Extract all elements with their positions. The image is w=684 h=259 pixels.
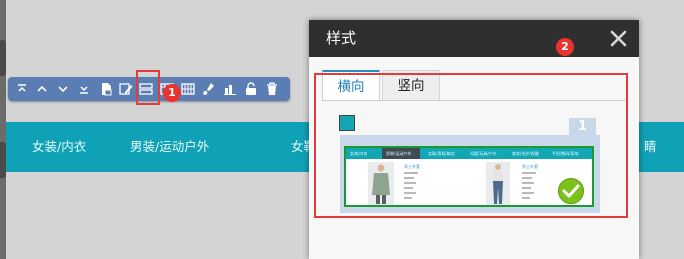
move-top-button[interactable] [13,79,31,99]
bar-chart-icon [224,85,236,95]
columns-button[interactable] [179,79,197,99]
color-button[interactable] [200,79,218,99]
unlock-icon [246,82,256,95]
annotation-badge-2: 2 [556,38,574,56]
move-up-button[interactable] [33,79,51,99]
chevron-down-icon [58,86,68,93]
move-bottom-button[interactable] [75,79,93,99]
delete-button[interactable] [263,79,281,99]
arrow-up-to-line-icon [18,84,26,92]
brush-icon [203,83,214,95]
document-icon [102,83,112,96]
columns-icon [181,83,195,95]
highlight-box-style-options [314,73,628,218]
lock-button[interactable] [242,79,260,99]
highlight-box-style-button [136,70,160,105]
chart-button[interactable] [221,79,239,99]
close-icon[interactable] [609,29,628,48]
nav-item-men[interactable]: 男装/运动户外 [130,122,209,172]
edit-button[interactable] [117,79,135,99]
chevron-up-icon [37,85,47,92]
edge-handle [0,40,6,76]
arrow-down-to-line-icon [80,86,88,94]
trash-icon [267,82,277,95]
dialog-title: 样式 [326,29,357,47]
nav-item-women[interactable]: 女装/内衣 [32,122,86,172]
move-down-button[interactable] [54,79,72,99]
annotation-badge-1: 1 [163,84,181,102]
template-button[interactable] [97,79,115,99]
pencil-icon [119,83,133,95]
nav-item-partial[interactable]: 睛 [644,122,657,172]
dialog-header: 样式 [309,20,639,57]
